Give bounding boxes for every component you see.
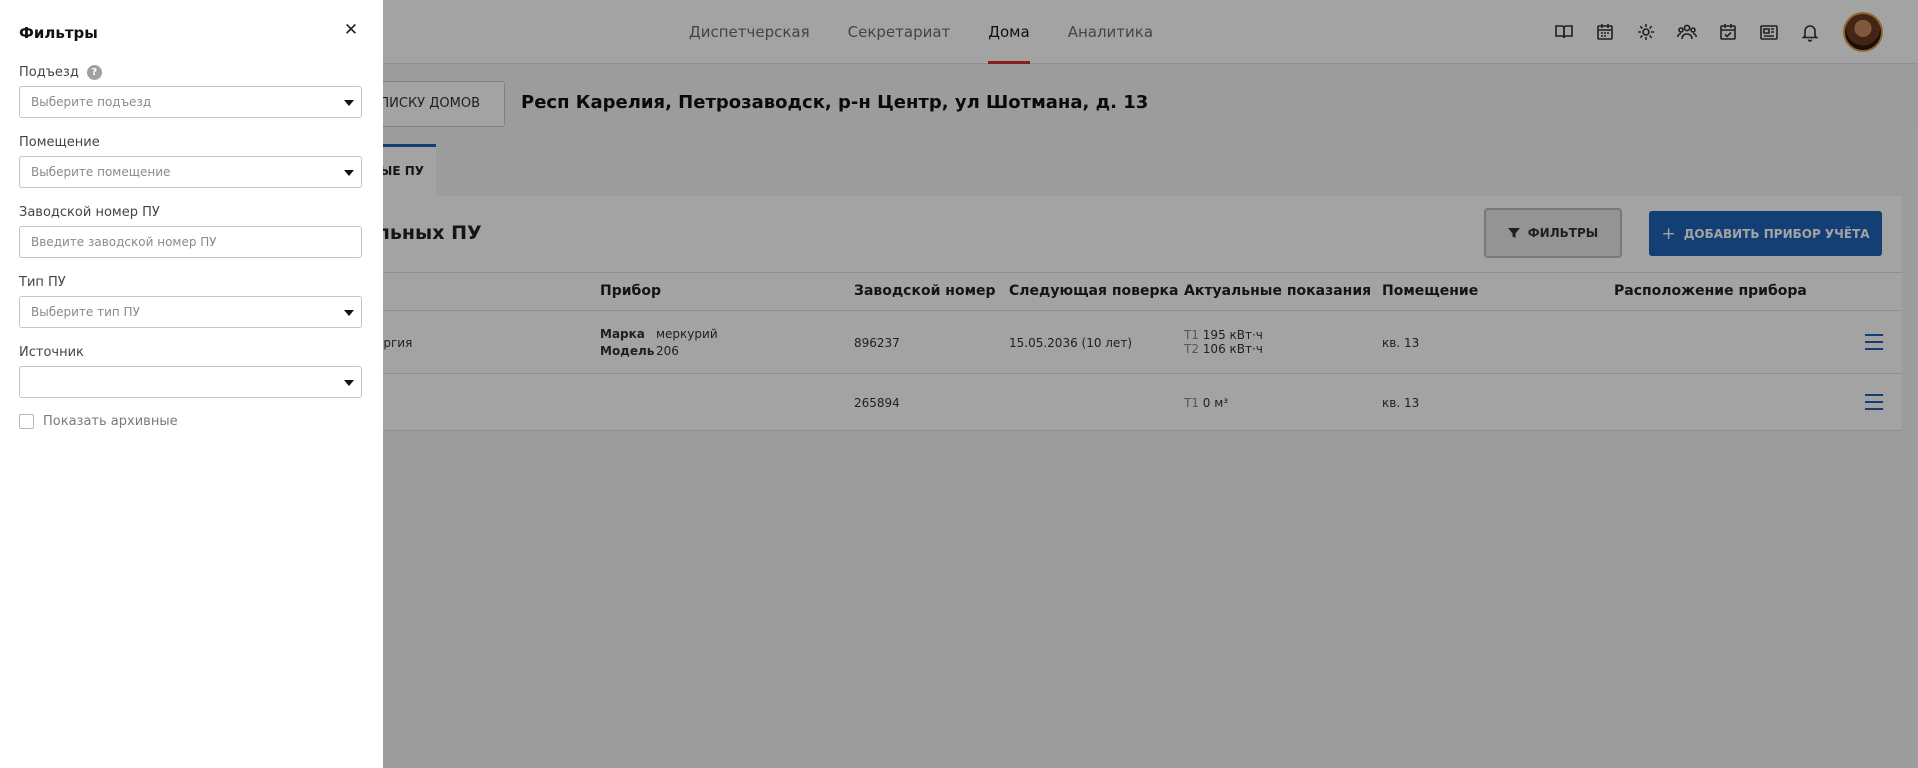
premises-label: Помещение (19, 135, 100, 150)
panel-title: Фильтры (19, 24, 98, 42)
entrance-label: Подъезд? (19, 65, 102, 80)
show-archived-label[interactable]: Показать архивные (43, 414, 178, 429)
serial-field[interactable] (19, 226, 362, 258)
entrance-input[interactable] (20, 87, 361, 117)
type-input[interactable] (20, 297, 361, 327)
type-select[interactable] (19, 296, 362, 328)
show-archived-checkbox[interactable] (19, 414, 34, 429)
serial-input[interactable] (20, 227, 361, 257)
entrance-select[interactable] (19, 86, 362, 118)
entrance-label-text: Подъезд (19, 65, 79, 80)
help-icon[interactable]: ? (86, 65, 102, 80)
dropdown-arrow-icon (344, 310, 354, 316)
serial-label: Заводской номер ПУ (19, 205, 160, 220)
filters-panel: Фильтры ✕ Подъезд? Помещение Заводской н… (0, 0, 383, 768)
type-label: Тип ПУ (19, 275, 66, 290)
dropdown-arrow-icon (344, 170, 354, 176)
dropdown-arrow-icon (344, 380, 354, 386)
source-select[interactable] (19, 366, 362, 398)
premises-input[interactable] (20, 157, 361, 187)
close-icon[interactable]: ✕ (343, 22, 359, 39)
premises-select[interactable] (19, 156, 362, 188)
source-label: Источник (19, 345, 84, 360)
show-archived-row[interactable]: Показать архивные (19, 414, 178, 429)
dropdown-arrow-icon (344, 100, 354, 106)
source-input[interactable] (20, 367, 361, 397)
